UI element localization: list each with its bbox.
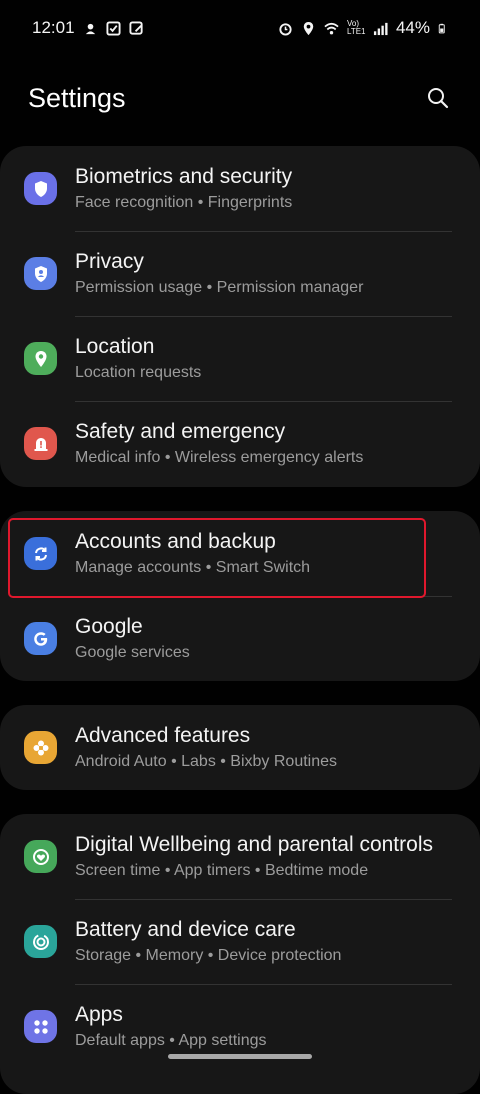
search-icon — [428, 88, 449, 109]
shield-icon — [24, 172, 57, 205]
item-title: Safety and emergency — [75, 419, 286, 443]
item-title: Apps — [75, 1002, 123, 1026]
status-right: Vo) LTE1 44% — [278, 18, 448, 38]
status-left: 12:01 — [32, 18, 144, 38]
item-title: Location — [75, 334, 155, 358]
battery-icon — [438, 23, 445, 33]
settings-group-device: Digital Wellbeing and parental controls … — [0, 814, 480, 1094]
gesture-nav-handle[interactable] — [168, 1054, 312, 1059]
flower-gear-icon — [24, 731, 57, 764]
settings-item-battery-device-care[interactable]: Battery and device care Storage • Memory… — [0, 899, 480, 984]
google-g-icon — [24, 622, 57, 655]
settings-group-advanced: Advanced features Android Auto • Labs • … — [0, 705, 480, 790]
settings-item-privacy[interactable]: Privacy Permission usage • Permission ma… — [0, 231, 480, 316]
item-title: Battery and device care — [75, 917, 296, 941]
item-title: Digital Wellbeing and parental controls — [75, 832, 433, 856]
item-title: Privacy — [75, 249, 144, 273]
item-text: Digital Wellbeing and parental controls … — [75, 832, 433, 882]
network-label: Vo) LTE1 — [346, 19, 366, 36]
item-text: Advanced features Android Auto • Labs • … — [75, 723, 337, 773]
item-text: Privacy Permission usage • Permission ma… — [75, 249, 363, 299]
status-bar: 12:01 Vo) LTE1 44% — [0, 0, 480, 56]
siren-icon — [24, 427, 57, 460]
item-subtitle: Permission usage • Permission manager — [75, 278, 364, 296]
item-text: Biometrics and security Face recognition… — [75, 164, 292, 214]
item-text: Location Location requests — [75, 334, 201, 384]
device-care-icon — [24, 925, 57, 958]
item-subtitle: Google services — [75, 643, 190, 661]
item-text: Google Google services — [75, 614, 190, 664]
item-subtitle: Medical info • Wireless emergency alerts — [75, 448, 364, 466]
settings-item-biometrics[interactable]: Biometrics and security Face recognition… — [0, 146, 480, 231]
privacy-shield-icon — [24, 257, 57, 290]
item-subtitle: Face recognition • Fingerprints — [75, 193, 293, 211]
page-title: Settings — [28, 82, 126, 113]
item-title: Biometrics and security — [75, 164, 293, 188]
item-subtitle: Screen time • App timers • Bedtime mode — [75, 861, 369, 879]
wifi-icon — [324, 22, 339, 34]
location-status-icon — [303, 21, 314, 35]
settings-item-safety[interactable]: Safety and emergency Medical info • Wire… — [0, 401, 480, 486]
settings-group-security: Biometrics and security Face recognition… — [0, 146, 480, 487]
apps-grid-icon — [24, 1010, 57, 1043]
item-text: Safety and emergency Medical info • Wire… — [75, 419, 363, 469]
edit-notification-icon — [129, 20, 143, 35]
signal-icon — [373, 22, 388, 35]
item-title: Advanced features — [75, 723, 251, 747]
item-subtitle: Default apps • App settings — [75, 1031, 267, 1049]
highlight-box — [8, 518, 426, 598]
settings-item-digital-wellbeing[interactable]: Digital Wellbeing and parental controls … — [0, 814, 480, 899]
header: Settings — [0, 70, 480, 126]
item-text: Battery and device care Storage • Memory… — [75, 917, 341, 967]
notification-app-icon — [85, 23, 95, 34]
item-subtitle: Android Auto • Labs • Bixby Routines — [75, 752, 338, 770]
settings-item-advanced-features[interactable]: Advanced features Android Auto • Labs • … — [0, 705, 480, 790]
battery-percent: 44% — [395, 18, 430, 37]
settings-item-location[interactable]: Location Location requests — [0, 316, 480, 401]
wellbeing-heart-icon — [24, 840, 57, 873]
item-text: Apps Default apps • App settings — [75, 1002, 267, 1052]
item-subtitle: Storage • Memory • Device protection — [75, 946, 342, 964]
status-time: 12:01 — [32, 18, 75, 37]
location-pin-icon — [24, 342, 57, 375]
item-subtitle: Location requests — [75, 363, 202, 381]
item-title: Google — [75, 614, 143, 638]
search-button[interactable] — [420, 80, 456, 116]
alarm-icon — [279, 22, 292, 36]
checkbox-notification-icon — [106, 20, 121, 36]
settings-item-google[interactable]: Google Google services — [0, 596, 480, 681]
